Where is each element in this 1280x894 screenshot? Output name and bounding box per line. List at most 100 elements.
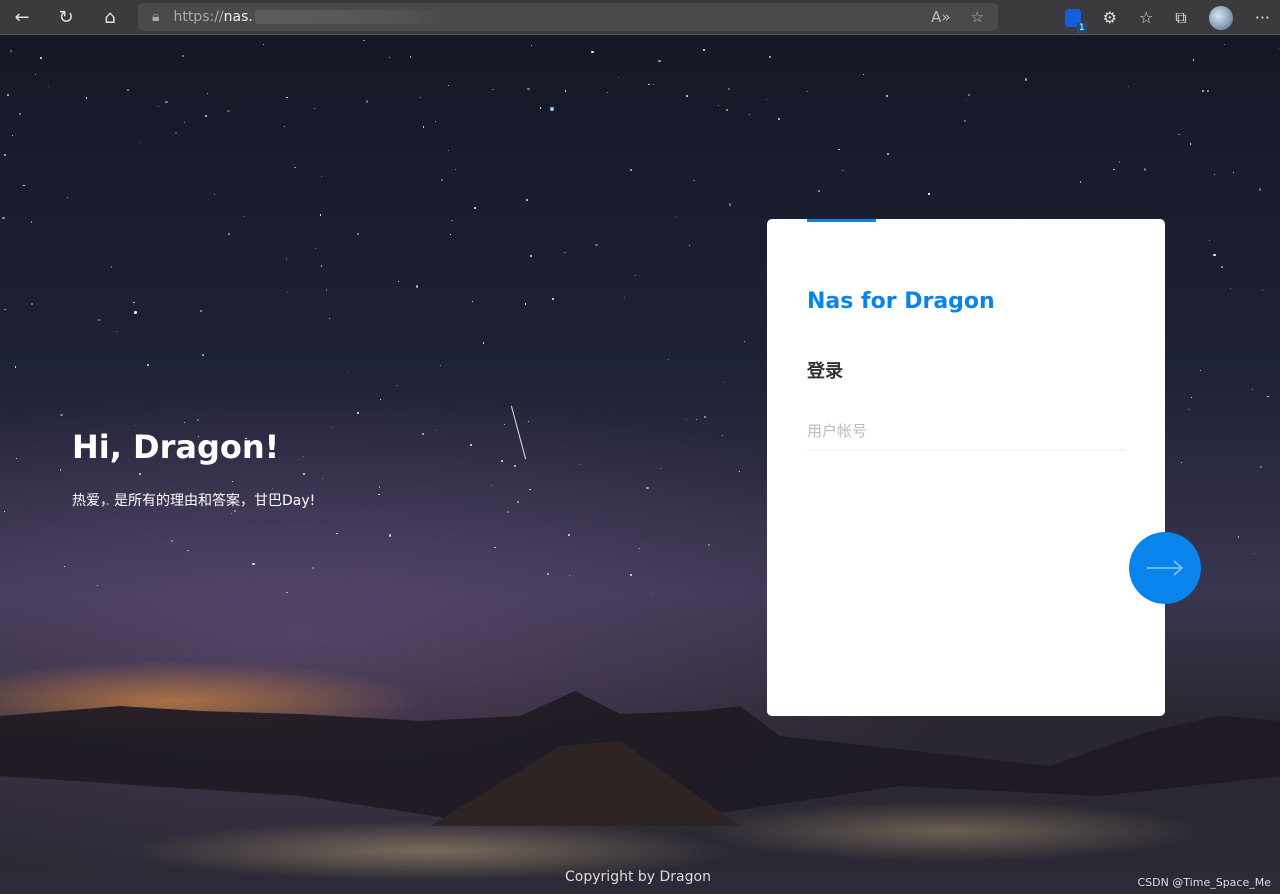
collections-icon[interactable]: ⧉ bbox=[1175, 8, 1186, 28]
star bbox=[227, 109, 230, 112]
submit-arrow-button[interactable] bbox=[1129, 532, 1201, 604]
star bbox=[606, 91, 608, 93]
star bbox=[550, 107, 554, 111]
star bbox=[66, 196, 69, 199]
star bbox=[415, 285, 419, 288]
refresh-button[interactable]: ↻ bbox=[44, 0, 88, 35]
star bbox=[527, 88, 530, 91]
star bbox=[768, 55, 772, 58]
star bbox=[629, 574, 632, 577]
star bbox=[1261, 289, 1263, 291]
star bbox=[285, 258, 288, 260]
lock-icon: 🔒︎ bbox=[152, 9, 160, 25]
url-blurred bbox=[254, 10, 445, 24]
star bbox=[708, 544, 710, 546]
star bbox=[703, 49, 705, 51]
star bbox=[271, 487, 273, 489]
star bbox=[14, 366, 17, 368]
star bbox=[205, 114, 207, 117]
star bbox=[482, 342, 485, 344]
star bbox=[230, 512, 232, 514]
star bbox=[490, 484, 492, 486]
star bbox=[206, 93, 208, 94]
card-accent-bar bbox=[807, 219, 876, 222]
star bbox=[47, 85, 49, 87]
star bbox=[320, 175, 323, 178]
star bbox=[389, 56, 391, 58]
star bbox=[967, 93, 971, 96]
back-button[interactable]: ← bbox=[0, 0, 44, 35]
star bbox=[2, 216, 5, 220]
star bbox=[96, 584, 98, 587]
star bbox=[501, 460, 503, 463]
star bbox=[165, 100, 168, 104]
star bbox=[1233, 171, 1235, 173]
star bbox=[388, 534, 391, 537]
star bbox=[171, 540, 173, 542]
star bbox=[728, 203, 732, 206]
star bbox=[568, 575, 570, 576]
star bbox=[283, 125, 285, 127]
star bbox=[1202, 90, 1204, 92]
star bbox=[319, 214, 321, 216]
star bbox=[6, 93, 9, 97]
star bbox=[928, 193, 930, 195]
favorites-icon[interactable]: ☆ bbox=[1139, 8, 1153, 27]
bitwarden-extension-icon[interactable]: 1 bbox=[1064, 8, 1087, 33]
star bbox=[420, 97, 421, 98]
address-bar[interactable]: 🔒︎ https:// nas. A» ☆ bbox=[138, 3, 998, 31]
star bbox=[1199, 370, 1201, 372]
star bbox=[629, 168, 632, 171]
star bbox=[1229, 287, 1231, 289]
star bbox=[18, 112, 21, 115]
watermark: CSDN @Time_Space_Me bbox=[1137, 876, 1271, 889]
star bbox=[721, 435, 723, 436]
read-aloud-icon[interactable]: A» bbox=[931, 8, 950, 26]
star bbox=[243, 215, 244, 217]
star bbox=[435, 429, 437, 431]
star bbox=[623, 296, 625, 298]
star bbox=[64, 565, 65, 567]
star bbox=[330, 426, 332, 428]
star bbox=[727, 87, 730, 90]
tagline: 热爱，是所有的理由和答案，甘巴Day! bbox=[72, 493, 316, 509]
star bbox=[658, 59, 661, 62]
more-menu-icon[interactable]: ··· bbox=[1255, 8, 1270, 27]
star bbox=[965, 98, 967, 100]
star bbox=[184, 122, 185, 124]
star bbox=[527, 421, 529, 422]
profile-avatar[interactable] bbox=[1208, 5, 1233, 30]
star bbox=[182, 54, 185, 57]
star bbox=[98, 319, 100, 321]
extensions-icon[interactable]: ⚙ bbox=[1103, 8, 1117, 27]
star bbox=[739, 471, 740, 472]
star bbox=[552, 297, 554, 300]
home-button[interactable]: ⌂ bbox=[88, 0, 132, 35]
star bbox=[1024, 78, 1028, 81]
star bbox=[134, 311, 137, 314]
star bbox=[704, 416, 706, 418]
url-host: nas. bbox=[223, 9, 253, 25]
login-heading: 登录 bbox=[807, 361, 843, 382]
star bbox=[321, 477, 324, 479]
star bbox=[9, 50, 12, 52]
browser-toolbar: ← ↻ ⌂ 🔒︎ https:// nas. A» ☆ 1 ⚙ ☆ ⧉ ··· bbox=[0, 0, 1280, 35]
star bbox=[357, 233, 359, 235]
star bbox=[59, 469, 61, 471]
star bbox=[234, 510, 237, 512]
star bbox=[595, 244, 598, 247]
star bbox=[286, 292, 288, 294]
star bbox=[646, 487, 649, 490]
star bbox=[455, 168, 456, 170]
star bbox=[286, 96, 288, 99]
star bbox=[440, 364, 442, 366]
star bbox=[744, 340, 745, 342]
add-favorite-icon[interactable]: ☆ bbox=[971, 8, 984, 26]
star bbox=[311, 567, 314, 570]
username-input[interactable] bbox=[807, 411, 1125, 451]
star bbox=[1190, 396, 1192, 398]
star bbox=[525, 199, 528, 201]
arrow-right-icon bbox=[1147, 560, 1184, 576]
star bbox=[450, 234, 451, 235]
star bbox=[668, 358, 670, 360]
